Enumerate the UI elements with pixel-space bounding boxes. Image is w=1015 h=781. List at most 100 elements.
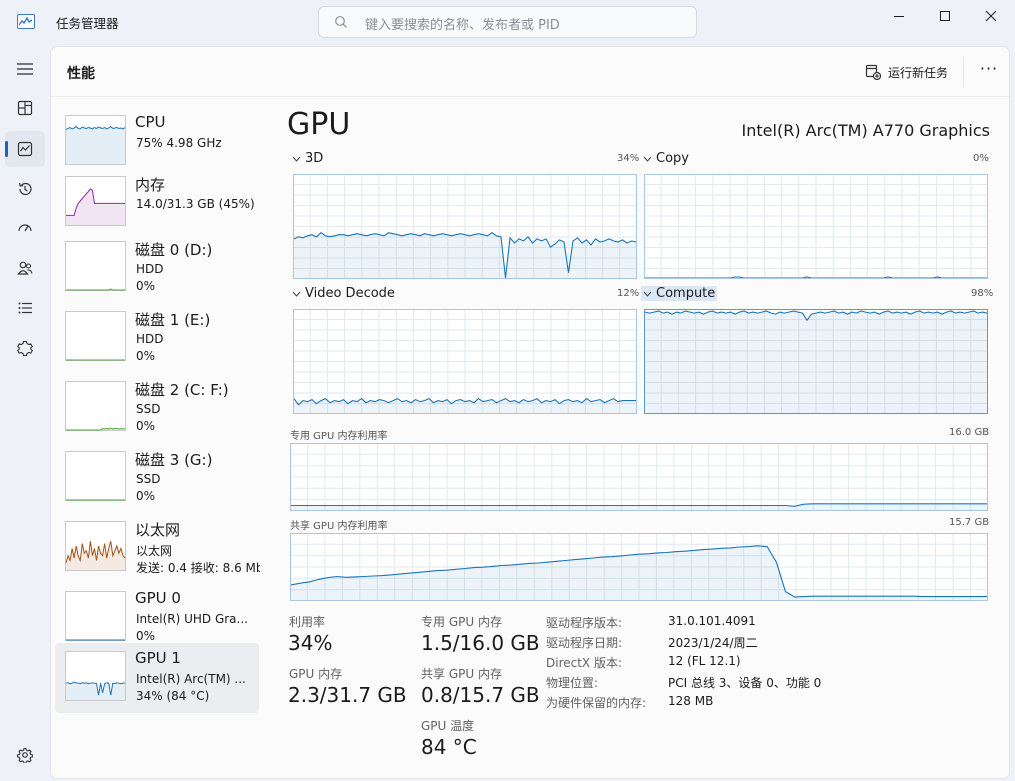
driver-version-value: 31.0.101.4091 — [668, 614, 756, 628]
header-bar: 性能 运行新任务 ··· — [51, 47, 1009, 97]
device-item[interactable]: 以太网 以太网 发送: 0.4 接收: 8.6 Mb — [55, 513, 260, 583]
more-options-button[interactable]: ··· — [976, 60, 1002, 82]
device-thumbnail-chart — [65, 381, 126, 431]
device-detail: Intel(R) UHD Gra... — [136, 612, 248, 626]
gpu-temperature-label: GPU 温度 — [421, 719, 475, 733]
device-item[interactable]: CPU 75% 4.98 GHz — [55, 107, 259, 177]
driver-version-label: 驱动程序版本: — [546, 616, 623, 630]
driver-date-label: 驱动程序日期: — [546, 636, 623, 650]
shared-memory-max: 15.7 GB — [949, 517, 990, 528]
device-thumbnail-chart — [65, 591, 126, 641]
reserved-memory-value: 128 MB — [668, 694, 714, 708]
utilization-value: 34% — [288, 631, 333, 655]
maximize-button[interactable] — [922, 0, 968, 32]
dedicated-memory-chart-label: 专用 GPU 内存利用率 — [290, 431, 388, 442]
run-new-task-button[interactable]: 运行新任务 — [865, 61, 948, 83]
device-thumbnail-chart — [65, 521, 126, 571]
nav-startup[interactable] — [5, 210, 45, 246]
device-name: 磁盘 3 (G:) — [135, 451, 213, 469]
shared-memory-chart-label: 共享 GPU 内存利用率 — [290, 521, 388, 532]
thumbnail-frame — [65, 451, 126, 501]
engine-selector-copy[interactable]: Copy — [641, 151, 691, 166]
nav-users[interactable] — [5, 250, 45, 286]
device-usage: 0% — [136, 489, 156, 503]
dedicated-memory-value: 1.5/16.0 GB — [421, 631, 540, 655]
dedicated-memory-max: 16.0 GB — [949, 427, 990, 438]
title-bar: 任务管理器 键入要搜索的名称、发布者或 PID — [0, 0, 1015, 46]
processes-icon — [17, 100, 33, 116]
nav-details[interactable] — [5, 290, 45, 326]
nav-services[interactable] — [5, 330, 45, 366]
engine-label-3d: 3D — [305, 151, 324, 166]
engine-pct-copy: 0% — [973, 153, 989, 164]
window-title: 任务管理器 — [56, 16, 119, 31]
dedicated-memory-label: 专用 GPU 内存 — [421, 615, 502, 629]
app-history-icon — [18, 182, 32, 196]
device-name: GPU 0 — [135, 589, 181, 607]
nav-processes[interactable] — [5, 90, 45, 126]
services-icon — [17, 340, 33, 356]
menu-icon — [17, 63, 33, 75]
shared-memory-label: 共享 GPU 内存 — [421, 667, 502, 681]
device-detail: HDD — [136, 332, 164, 346]
chart-3d — [293, 174, 637, 279]
engine-label-video-decode: Video Decode — [305, 286, 395, 301]
device-item[interactable]: 磁盘 0 (D:) HDD 0% — [55, 233, 259, 303]
device-name: 磁盘 1 (E:) — [135, 311, 211, 329]
device-usage: 发送: 0.4 接收: 8.6 Mb — [136, 561, 260, 575]
device-item[interactable]: 磁盘 2 (C: F:) SSD 0% — [55, 373, 259, 443]
chevron-down-icon — [292, 291, 301, 297]
engine-selector-video-decode[interactable]: Video Decode — [290, 286, 397, 301]
nav-app-history[interactable] — [5, 171, 45, 207]
device-name: 磁盘 0 (D:) — [135, 241, 213, 259]
performance-icon — [17, 141, 33, 157]
task-manager-app-icon — [17, 14, 35, 29]
reserved-memory-label: 为硬件保留的内存: — [546, 696, 647, 710]
maximize-icon — [940, 11, 950, 21]
engine-selector-compute[interactable]: Compute — [641, 286, 718, 301]
nav-settings[interactable] — [5, 737, 45, 773]
nav-menu-button[interactable] — [5, 51, 45, 87]
search-placeholder[interactable]: 键入要搜索的名称、发布者或 PID — [365, 14, 560, 33]
device-item[interactable]: GPU 1 Intel(R) Arc(TM) ... 34% (84 °C) — [55, 643, 259, 713]
device-detail: 14.0/31.3 GB (45%) — [136, 197, 255, 211]
close-button[interactable] — [968, 0, 1014, 32]
device-name: 内存 — [135, 176, 166, 194]
engine-label-copy: Copy — [656, 151, 689, 166]
device-usage: 0% — [136, 419, 156, 433]
chevron-down-icon — [292, 156, 301, 162]
device-item[interactable]: 磁盘 1 (E:) HDD 0% — [55, 303, 259, 373]
engine-pct-3d: 34% — [617, 153, 640, 164]
search-box[interactable]: 键入要搜索的名称、发布者或 PID — [318, 6, 697, 38]
device-usage: 0% — [136, 629, 156, 643]
device-item[interactable]: 磁盘 3 (G:) SSD 0% — [55, 443, 259, 513]
device-detail: 以太网 — [136, 544, 173, 558]
device-name: 以太网 — [135, 521, 181, 539]
device-thumbnail-chart — [65, 176, 126, 226]
engine-label-compute: Compute — [656, 286, 716, 301]
directx-version-label: DirectX 版本: — [546, 656, 623, 670]
device-detail: 75% 4.98 GHz — [136, 136, 222, 150]
gpu-memory-value: 2.3/31.7 GB — [288, 683, 407, 707]
engine-selector-3d[interactable]: 3D — [290, 151, 325, 166]
nav-performance[interactable] — [5, 131, 45, 167]
engine-pct-video-decode: 12% — [617, 288, 640, 299]
minimize-button[interactable] — [876, 0, 922, 32]
thumbnail-area — [66, 682, 125, 700]
device-item[interactable]: 内存 14.0/31.3 GB (45%) — [55, 168, 259, 238]
users-icon — [17, 261, 33, 275]
device-detail: SSD — [136, 402, 161, 416]
chart-video-decode — [293, 309, 637, 414]
series-area — [645, 311, 987, 413]
utilization-label: 利用率 — [289, 615, 326, 629]
minimize-icon — [894, 16, 904, 17]
details-icon — [18, 302, 32, 314]
device-thumbnail-chart — [65, 241, 126, 291]
gpu-memory-label: GPU 内存 — [289, 667, 343, 681]
thumbnail-frame — [65, 311, 126, 361]
chevron-down-icon — [643, 291, 652, 297]
device-name: GPU 1 — [135, 649, 181, 667]
driver-date-value: 2023/1/24/周二 — [668, 636, 758, 650]
chart-compute — [644, 309, 988, 414]
main-panel: 性能 运行新任务 ··· CPU 75% 4.98 GHz 内存 14.0/31.3 … — [50, 46, 1010, 779]
